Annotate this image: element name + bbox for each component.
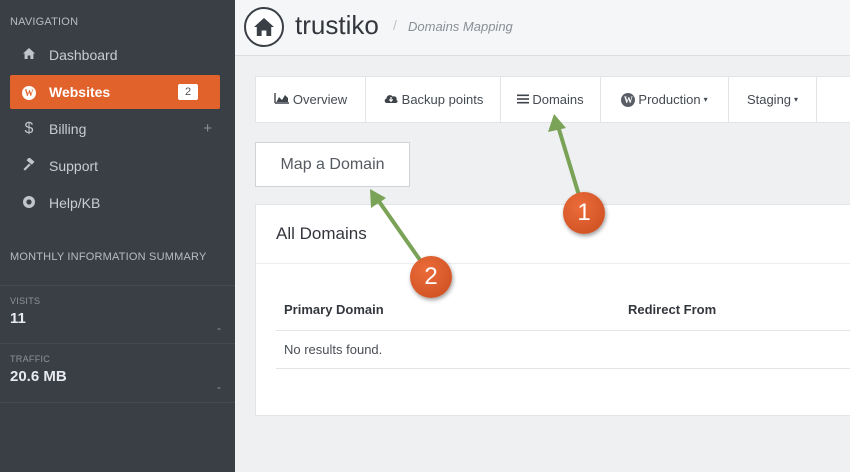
arrow-1 [548, 114, 580, 194]
site-tabs: Overview Backup points Domains Productio… [255, 76, 850, 123]
help-icon [20, 195, 38, 212]
tab-label: Overview [292, 92, 348, 107]
home-icon [254, 18, 274, 36]
monthly-summary-label: MONTHLY INFORMATION SUMMARY [10, 251, 207, 263]
expand-plus-icon[interactable]: + [203, 120, 212, 137]
breadcrumb-separator: / [393, 17, 397, 33]
traffic-stat: TRAFFIC 20.6 MB - [0, 343, 235, 403]
navigation-label: NAVIGATION [10, 16, 79, 28]
map-domain-button[interactable]: Map a Domain [255, 142, 410, 187]
websites-count-badge: 2 [178, 84, 198, 100]
traffic-label: TRAFFIC [10, 354, 51, 364]
tab-label: Production [638, 92, 701, 107]
domains-table: Primary Domain Redirect From No results … [276, 289, 850, 369]
table-header-row: Primary Domain Redirect From [276, 289, 850, 331]
tab-production[interactable]: Production ▾ [601, 77, 729, 122]
wordpress-icon [20, 84, 38, 101]
tab-domains[interactable]: Domains [501, 77, 601, 122]
gavel-icon [20, 156, 38, 175]
tab-overview[interactable]: Overview [256, 77, 366, 122]
wordpress-icon [621, 92, 636, 107]
column-header-redirect-from[interactable]: Redirect From [628, 302, 716, 317]
tab-label: Staging [746, 92, 792, 107]
callout-1: 1 [563, 192, 605, 234]
callout-2: 2 [410, 256, 452, 298]
visits-trend: - [217, 321, 221, 335]
breadcrumb: Domains Mapping [408, 19, 513, 34]
home-button[interactable] [244, 7, 284, 47]
sidebar-item-help[interactable]: Help/KB [10, 186, 220, 220]
cloud-download-icon [383, 92, 399, 107]
table-row: No results found. [276, 331, 850, 369]
sidebar-item-label: Help/KB [49, 195, 101, 211]
tab-staging[interactable]: Staging ▾ [729, 77, 817, 122]
list-icon [517, 93, 530, 107]
sidebar-item-label: Websites [49, 84, 111, 100]
dollar-icon: $ [24, 120, 34, 137]
visits-value: 11 [10, 310, 26, 327]
sidebar-item-label: Support [49, 158, 99, 174]
traffic-trend: - [217, 380, 221, 394]
sidebar-item-label: Billing [49, 121, 87, 137]
sidebar-item-support[interactable]: Support [10, 149, 220, 183]
site-title: trustiko [295, 10, 379, 40]
sidebar-item-dashboard[interactable]: Dashboard [10, 38, 220, 72]
sidebar: NAVIGATION Dashboard Websites 2 $ Billin… [0, 0, 235, 472]
page-header: trustiko / Domains Mapping [235, 0, 850, 56]
empty-results-text: No results found. [284, 342, 383, 357]
sidebar-item-billing[interactable]: $ Billing + [10, 112, 220, 146]
sidebar-item-websites[interactable]: Websites 2 [10, 75, 220, 109]
visits-stat: VISITS 11 - [0, 285, 235, 343]
tab-label: Domains [532, 92, 584, 107]
visits-label: VISITS [10, 296, 41, 306]
tab-backup-points[interactable]: Backup points [366, 77, 501, 122]
divider [256, 263, 850, 264]
home-icon [20, 47, 38, 63]
sidebar-item-label: Dashboard [49, 47, 118, 63]
column-header-primary-domain[interactable]: Primary Domain [284, 302, 384, 317]
traffic-value: 20.6 MB [10, 368, 67, 385]
tab-label: Backup points [401, 92, 484, 107]
chart-icon [274, 92, 290, 107]
panel-title: All Domains [276, 224, 367, 243]
all-domains-panel: All Domains Primary Domain Redirect From… [255, 204, 850, 416]
chevron-down-icon: ▾ [703, 95, 708, 104]
chevron-down-icon: ▾ [794, 95, 799, 104]
